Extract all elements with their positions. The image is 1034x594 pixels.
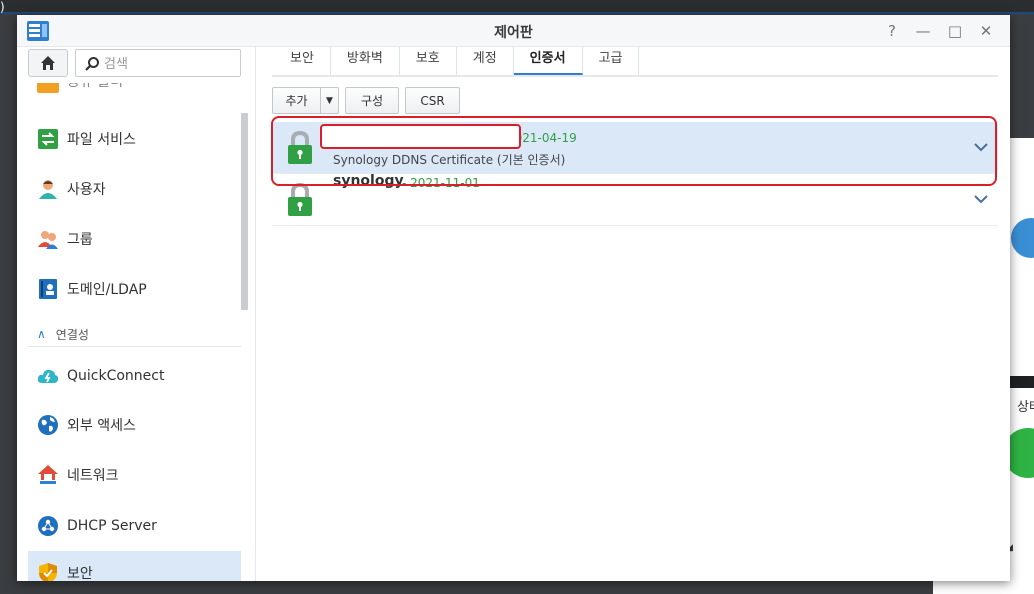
sidebar-item-user[interactable]: 사용자 [28,167,241,211]
tab-bar: 보안 방화벽 보호 계정 인증서 고급 [272,47,998,77]
sidebar-item-domain-ldap[interactable]: 도메인/LDAP [28,267,241,311]
sidebar-item-label: 사용자 [67,182,106,198]
tab-advanced[interactable]: 고급 [583,47,640,75]
chevron-down-icon[interactable] [972,190,990,208]
user-icon [37,178,59,200]
certificate-row[interactable]: synology - 2021-11-01 [272,173,998,226]
security-shield-icon [37,562,59,581]
desktop-edge-glyph: ) [0,0,5,14]
certificate-name: synology [333,173,404,189]
certificate-list: 2021-04-19 Synology DDNS Certificate (기본… [272,122,998,226]
tab-account[interactable]: 계정 [457,47,514,75]
sidebar-item-label: 외부 액세스 [67,418,136,434]
csr-button[interactable]: CSR [405,87,460,114]
background-blue-chart [1011,218,1034,258]
chevron-up-icon: ∧ [37,327,46,341]
lock-icon [288,183,312,216]
close-button[interactable]: ✕ [976,21,996,41]
domain-ldap-icon [37,278,59,300]
desktop-taskbar [0,0,1034,14]
search-box[interactable] [75,49,241,77]
sidebar-item-label: QuickConnect [67,368,165,384]
sidebar-item-external-access[interactable]: 외부 액세스 [28,403,241,447]
caret-down-icon: ▼ [326,95,333,106]
sidebar-item-label: 파일 서비스 [67,132,136,148]
globe-icon [37,414,59,436]
network-house-icon [37,464,59,486]
chevron-down-icon[interactable] [972,138,990,156]
minimize-button[interactable]: — [913,21,933,41]
control-panel-window: 제어판 ? — □ ✕ 공유 폴더 파일 서비스 [17,15,1010,581]
sidebar-item-label: 그룹 [67,232,93,248]
sidebar-item-security[interactable]: 보안 [28,551,241,581]
background-status-label: 상태 [1017,400,1034,415]
section-label: 연결성 [55,327,89,342]
sidebar-item-dhcp-server[interactable]: DHCP Server [28,504,241,548]
title-bar[interactable]: 제어판 ? — □ ✕ [17,15,1010,47]
sidebar-scrollbar[interactable] [241,113,248,310]
certificate-expiry-date: 2021-04-19 [507,131,577,145]
tab-firewall[interactable]: 방화벽 [331,47,400,75]
tab-protection[interactable]: 보호 [400,47,457,75]
sidebar-item-label: 공유 폴더 [67,83,123,91]
quickconnect-icon [37,365,59,387]
sidebar: 공유 폴더 파일 서비스 사용자 [17,47,256,581]
sidebar-item-label: 도메인/LDAP [67,282,147,298]
home-button[interactable] [28,49,68,77]
sidebar-item-partial[interactable]: 공유 폴더 [37,83,237,97]
sidebar-item-label: DHCP Server [67,518,157,534]
sidebar-item-label: 보안 [67,566,93,581]
dhcp-icon [37,515,59,537]
add-button[interactable]: 추가 [272,87,320,114]
sidebar-item-network[interactable]: 네트워크 [28,453,241,497]
sidebar-item-file-services[interactable]: 파일 서비스 [28,117,241,161]
home-icon [41,56,55,70]
file-services-icon [37,128,59,150]
sidebar-item-label: 네트워크 [67,468,119,484]
main-content: 보안 방화벽 보호 계정 인증서 고급 추가 ▼ 구성 CSR 2021-04-… [257,47,1010,581]
window-title: 제어판 [494,25,533,41]
shared-folder-icon [37,83,59,93]
lock-icon [288,131,312,164]
tab-security[interactable]: 보안 [272,47,331,75]
tab-certificate[interactable]: 인증서 [513,47,583,75]
sidebar-item-group[interactable]: 그룹 [28,217,241,261]
toolbar: 추가 ▼ 구성 CSR [272,87,460,114]
group-icon [37,228,59,250]
sidebar-item-quickconnect[interactable]: QuickConnect [28,354,241,398]
help-button[interactable]: ? [882,21,902,41]
add-dropdown-button[interactable]: ▼ [320,87,339,114]
certificate-expiry-date: - 2021-11-01 [402,176,480,190]
certificate-description: Synology DDNS Certificate (기본 인증서) [333,153,566,167]
search-input[interactable] [104,54,234,74]
section-connectivity[interactable]: ∧ 연결성 [28,322,241,347]
certificate-row[interactable]: 2021-04-19 Synology DDNS Certificate (기본… [272,122,998,174]
maximize-button[interactable]: □ [945,21,965,41]
configure-button[interactable]: 구성 [345,87,399,114]
search-icon [85,57,99,71]
